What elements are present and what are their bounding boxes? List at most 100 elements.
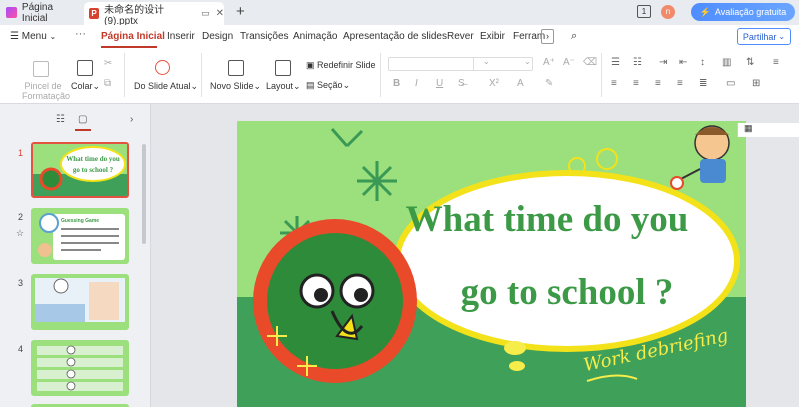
format-painter-icon[interactable] bbox=[33, 61, 49, 77]
tab-design[interactable]: Design bbox=[202, 31, 233, 42]
tab-screen-icon[interactable]: ▭ bbox=[201, 8, 210, 19]
superscript-icon[interactable]: X² bbox=[489, 78, 499, 89]
wps-logo-icon bbox=[6, 7, 17, 18]
slide-thumbnail-4[interactable] bbox=[31, 340, 129, 396]
paste-icon[interactable] bbox=[77, 60, 93, 76]
slide-number: 3 bbox=[18, 278, 24, 288]
main-menu-button[interactable]: ☰ Menu ⌄ bbox=[10, 31, 56, 42]
layout-label: Layout bbox=[266, 81, 294, 91]
ribbon-toolbar: Pincel de Formatação Colar⌄ ✂ ⧉ Do Slide… bbox=[0, 48, 799, 104]
thumbnail-view-icon[interactable]: ▢ bbox=[78, 114, 87, 125]
bullet-list-icon[interactable]: ☰ bbox=[611, 57, 620, 68]
underline-icon[interactable]: U bbox=[436, 78, 443, 89]
more-options-icon[interactable]: ··· bbox=[75, 28, 86, 40]
columns-icon[interactable]: ▥ bbox=[722, 57, 731, 68]
increase-font-icon[interactable]: A⁺ bbox=[543, 57, 555, 68]
format-painter-button[interactable]: Pincel de Formatação bbox=[22, 81, 70, 101]
tab-close-icon[interactable]: ✕ bbox=[216, 8, 224, 19]
main-slide[interactable]: What time do you go to school ? Work deb… bbox=[237, 121, 746, 407]
align-right-icon[interactable]: ≡ bbox=[655, 78, 661, 89]
slide-4-preview bbox=[31, 340, 129, 396]
text-box-icon[interactable]: ▭ bbox=[726, 78, 735, 89]
tab-pagina-inicial[interactable]: Página Inicial bbox=[101, 31, 165, 42]
tab-transicoes[interactable]: Transições bbox=[240, 31, 289, 42]
highlight-icon[interactable]: ✎ bbox=[545, 78, 553, 89]
indent-icon[interactable]: ⇥ bbox=[659, 57, 667, 68]
align-text-icon[interactable]: ≡ bbox=[773, 57, 779, 68]
separator bbox=[380, 53, 381, 97]
align-left-icon[interactable]: ≡ bbox=[611, 78, 617, 89]
side-panel-toggle[interactable]: ▦ bbox=[737, 123, 799, 137]
chevron-right-icon[interactable]: › bbox=[541, 29, 554, 44]
window-layout-icon[interactable]: 1 bbox=[637, 5, 651, 18]
distribute-icon[interactable]: ≣ bbox=[699, 78, 707, 89]
justify-icon[interactable]: ≡ bbox=[677, 78, 683, 89]
layout-icon[interactable] bbox=[275, 60, 291, 76]
copy-icon[interactable]: ⧉ bbox=[104, 78, 111, 89]
text-direction-icon[interactable]: ⇅ bbox=[746, 57, 754, 68]
reset-icon: ▣ bbox=[306, 60, 315, 70]
tab-home[interactable]: Página Inicial bbox=[6, 1, 81, 24]
slide-thumbnail-3[interactable] bbox=[31, 274, 129, 330]
slide-thumbnail-panel: ☷ ▢ › 1 What time do you go to school ? … bbox=[0, 104, 151, 407]
from-current-slide-button[interactable]: Do Slide Atual⌄ bbox=[134, 81, 198, 92]
smartart-icon[interactable]: ⊞ bbox=[752, 78, 760, 89]
strikethrough-icon[interactable]: S̶ bbox=[458, 78, 465, 89]
font-color-icon[interactable]: A bbox=[517, 78, 524, 89]
new-tab-button[interactable]: + bbox=[236, 3, 245, 20]
share-label: Partilhar bbox=[742, 31, 777, 42]
play-icon[interactable] bbox=[155, 60, 170, 75]
tab-exibir[interactable]: Exibir bbox=[480, 31, 505, 42]
layout-button[interactable]: Layout⌄ bbox=[266, 81, 301, 92]
tab-animacao[interactable]: Animação bbox=[293, 31, 337, 42]
share-button[interactable]: Partilhar ⌄ bbox=[737, 28, 791, 45]
active-view-indicator bbox=[75, 129, 91, 131]
tab-apresentacao[interactable]: Apresentação de slides bbox=[343, 31, 447, 42]
new-slide-label: Novo Slide bbox=[210, 81, 254, 91]
numbered-list-icon[interactable]: ☷ bbox=[633, 57, 642, 68]
reset-slide-button[interactable]: ▣ Redefinir Slide bbox=[306, 60, 376, 71]
avatar[interactable]: n bbox=[661, 5, 675, 19]
align-center-icon[interactable]: ≡ bbox=[633, 78, 639, 89]
tab-document[interactable]: P 未命名的设计 (9).pptx ▭ ✕ bbox=[84, 2, 224, 27]
new-slide-button[interactable]: Novo Slide⌄ bbox=[210, 81, 261, 92]
clear-format-icon[interactable]: ⌫ bbox=[583, 57, 597, 68]
tab-inserir[interactable]: Inserir bbox=[167, 31, 195, 42]
slide-number: 2 bbox=[18, 212, 24, 222]
reset-slide-label: Redefinir Slide bbox=[317, 60, 376, 70]
tab-document-label: 未命名的设计 (9).pptx bbox=[104, 4, 165, 27]
tab-rever[interactable]: Rever bbox=[447, 31, 474, 42]
cut-icon[interactable]: ✂ bbox=[104, 58, 112, 69]
decor-dot-icon bbox=[509, 361, 525, 371]
slide-3-preview bbox=[31, 274, 129, 330]
format-painter-label-1: Pincel de bbox=[24, 81, 62, 91]
italic-icon[interactable]: I bbox=[415, 78, 418, 89]
slide-title-line-1: What time do you bbox=[406, 199, 689, 240]
free-trial-label: Avaliação gratuita bbox=[714, 7, 787, 17]
free-trial-button[interactable]: ⚡ Avaliação gratuita bbox=[691, 3, 795, 21]
thumb1-title-2: go to school ? bbox=[73, 166, 114, 174]
chevron-right-icon[interactable]: › bbox=[130, 114, 133, 125]
format-painter-label-2: Formatação bbox=[22, 91, 71, 101]
panel-scrollbar[interactable] bbox=[142, 144, 146, 244]
presentation-file-icon: P bbox=[89, 8, 100, 19]
slide-title-line-2: go to school ? bbox=[461, 272, 674, 313]
table-grid-icon: ▦ bbox=[744, 123, 753, 133]
star-icon[interactable]: ☆ bbox=[16, 228, 24, 239]
paste-button[interactable]: Colar⌄ bbox=[71, 81, 100, 92]
line-spacing-icon[interactable]: ↕ bbox=[700, 57, 705, 68]
bold-icon[interactable]: B bbox=[393, 78, 400, 89]
section-button[interactable]: ▤ Seção⌄ bbox=[306, 80, 350, 91]
new-slide-icon[interactable] bbox=[228, 60, 244, 76]
outline-view-icon[interactable]: ☷ bbox=[56, 114, 65, 125]
section-label: Seção bbox=[317, 80, 343, 90]
slide-thumbnail-1[interactable]: What time do you go to school ? bbox=[31, 142, 129, 198]
outdent-icon[interactable]: ⇤ bbox=[679, 57, 687, 68]
chevron-down-icon: ⌄ bbox=[49, 32, 57, 41]
slide-thumbnail-2[interactable]: Guessing Game bbox=[31, 208, 129, 264]
search-icon[interactable]: ⌕ bbox=[571, 30, 577, 43]
tab-home-label: Página Inicial bbox=[21, 1, 54, 24]
thumb2-heading: Guessing Game bbox=[61, 218, 99, 224]
menu-bar: ☰ Menu ⌄ ··· Página Inicial Inserir Desi… bbox=[0, 25, 799, 48]
decrease-font-icon[interactable]: A⁻ bbox=[563, 57, 575, 68]
